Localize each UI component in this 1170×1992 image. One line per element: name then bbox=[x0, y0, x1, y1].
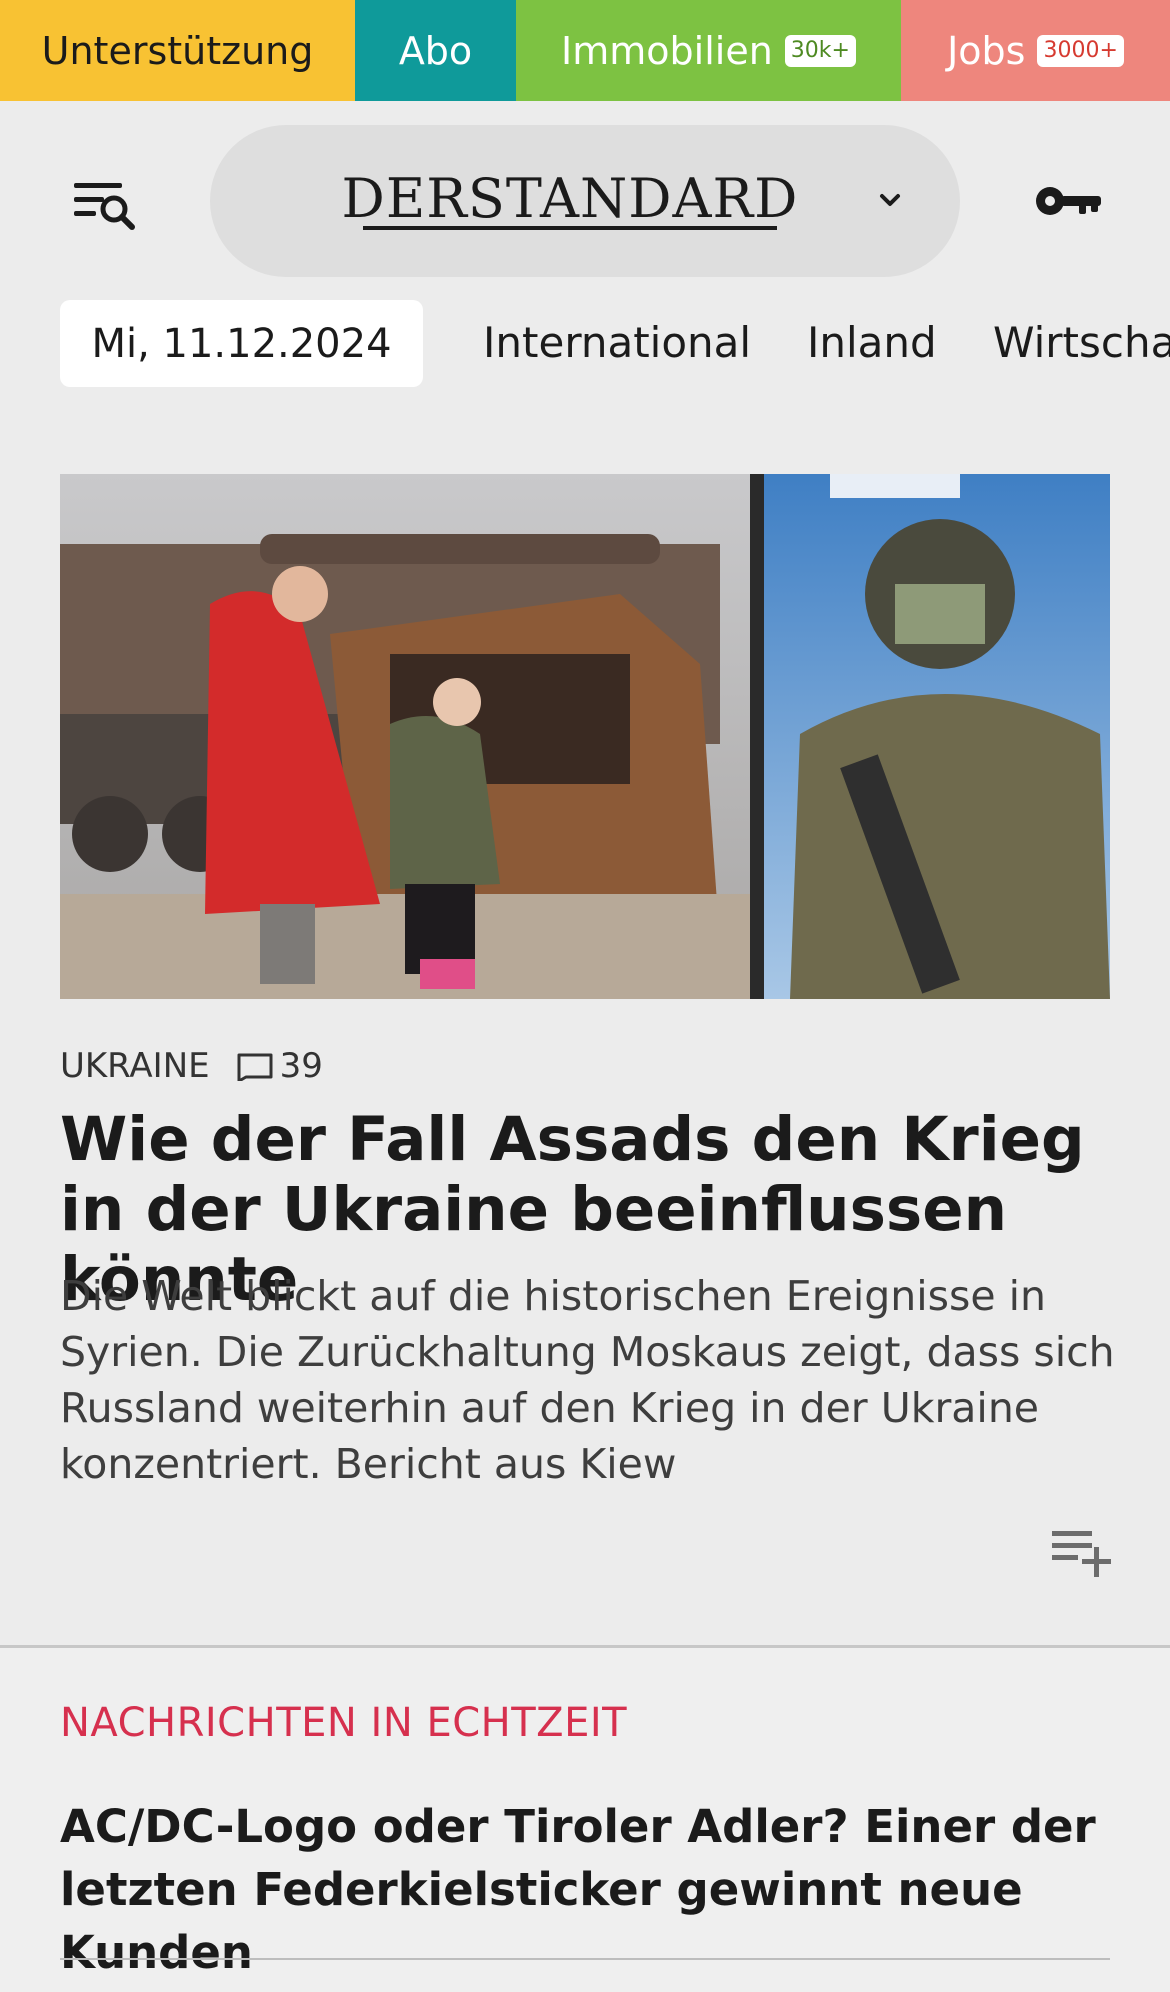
support-link[interactable]: Unterstützung bbox=[0, 0, 355, 101]
site-logo[interactable]: DERSTANDARD bbox=[210, 167, 930, 230]
menu-search-button[interactable] bbox=[70, 175, 140, 235]
list-divider bbox=[60, 1958, 1110, 1960]
immobilien-link[interactable]: Immobilien 30k+ bbox=[516, 0, 901, 101]
nav-item-international[interactable]: International bbox=[483, 310, 751, 376]
immobilien-count-badge: 30k+ bbox=[784, 34, 856, 67]
jobs-count-badge: 3000+ bbox=[1037, 34, 1124, 67]
article-kicker-row: UKRAINE 39 bbox=[60, 1043, 323, 1089]
chevron-down-icon bbox=[880, 194, 900, 206]
jobs-link[interactable]: Jobs 3000+ bbox=[901, 0, 1170, 101]
article-category[interactable]: UKRAINE bbox=[60, 1046, 210, 1086]
live-news-headline[interactable]: AC/DC-Logo oder Tiroler Adler? Einer der… bbox=[60, 1795, 1120, 1984]
add-to-list-button[interactable] bbox=[1050, 1525, 1112, 1577]
article-hero-image[interactable] bbox=[60, 474, 1110, 999]
nav-item-inland[interactable]: Inland bbox=[807, 310, 937, 376]
edition-selector[interactable]: DERSTANDARD bbox=[210, 125, 960, 277]
playlist-add-icon bbox=[1052, 1531, 1111, 1577]
abo-link[interactable]: Abo bbox=[355, 0, 516, 101]
article-teaser[interactable]: Die Welt blickt auf die historischen Ere… bbox=[60, 1268, 1120, 1492]
jobs-label: Jobs bbox=[947, 28, 1026, 73]
key-icon bbox=[1036, 187, 1101, 215]
hero-photo bbox=[60, 474, 1110, 999]
menu-search-icon bbox=[74, 183, 135, 230]
login-button[interactable] bbox=[1033, 176, 1105, 226]
date-chip[interactable]: Mi, 11.12.2024 bbox=[60, 300, 423, 387]
comment-icon bbox=[237, 1053, 273, 1081]
comment-count[interactable]: 39 bbox=[280, 1046, 323, 1086]
nav-item-wirtschaft[interactable]: Wirtscha bbox=[993, 310, 1170, 376]
live-news-label[interactable]: NACHRICHTEN IN ECHTZEIT bbox=[60, 1700, 627, 1746]
abo-label: Abo bbox=[398, 28, 473, 73]
support-label: Unterstützung bbox=[41, 28, 314, 73]
service-bar: Unterstützung Abo Immobilien 30k+ Jobs 3… bbox=[0, 0, 1170, 101]
immobilien-label: Immobilien bbox=[561, 28, 773, 73]
logo-underline bbox=[363, 226, 777, 230]
